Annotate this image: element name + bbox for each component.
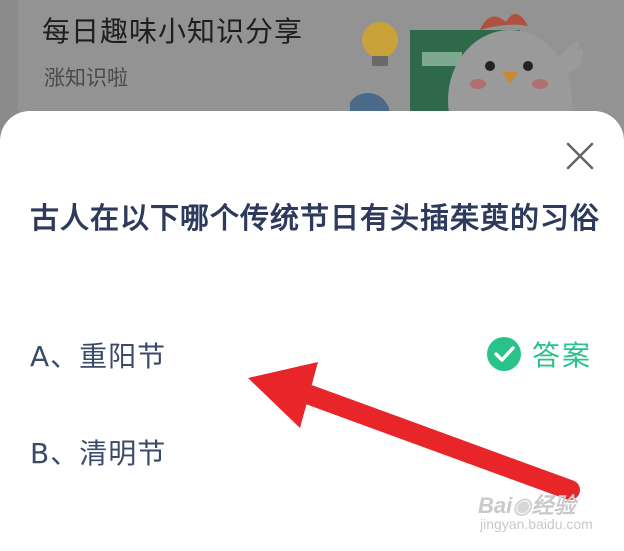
lightbulb-icon bbox=[362, 22, 398, 66]
close-icon[interactable] bbox=[560, 136, 600, 176]
option-a[interactable]: A、重阳节 答案 bbox=[30, 330, 600, 380]
watermark-url: jingyan.baidu.com bbox=[480, 516, 593, 532]
answer-badge: 答案 bbox=[486, 334, 592, 374]
answer-label: 答案 bbox=[531, 339, 592, 372]
question-text: 古人在以下哪个传统节日有头插茱萸的习俗 bbox=[30, 201, 601, 235]
check-circle-icon bbox=[486, 337, 521, 371]
option-b-label: B、清明节 bbox=[30, 437, 167, 470]
baidu-jingyan-watermark: Bai◉经验 jingyan.baidu.com bbox=[478, 488, 618, 544]
option-b[interactable]: B、清明节 bbox=[30, 427, 600, 477]
page-subtitle: 涨知识啦 bbox=[44, 66, 128, 90]
option-a-label: A、重阳节 bbox=[30, 340, 167, 373]
page-title: 每日趣味小知识分享 bbox=[42, 15, 304, 48]
